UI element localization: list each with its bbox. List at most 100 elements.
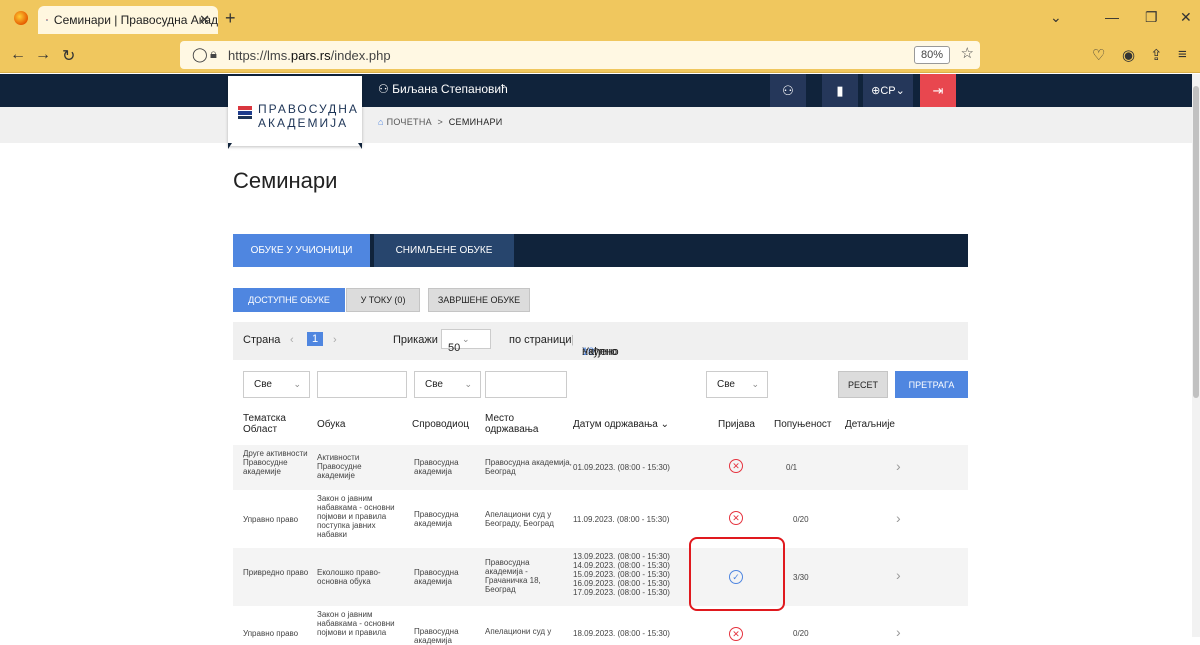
not-registered-icon[interactable]: ✕	[729, 627, 743, 641]
col-place[interactable]: Место одржавања	[485, 413, 540, 435]
available-trainings-button[interactable]: ДОСТУПНЕ ОБУКЕ	[233, 288, 345, 312]
row-date: 13.09.2023. (08:00 - 15:30) 14.09.2023. …	[573, 552, 693, 597]
browser-tabbar: Семинари | Правосудна Акад ✕ + ⌄ — ❐ ✕	[0, 0, 1200, 37]
url-domain: pars.rs	[291, 48, 331, 63]
chevron-down-icon: ⌄	[464, 379, 472, 390]
col-org[interactable]: Спроводиоц	[412, 419, 469, 430]
breadcrumb-current: СЕМИНАРИ	[449, 117, 503, 127]
shield-icon[interactable]: ◯	[192, 46, 208, 63]
url-suffix: /index.php	[331, 48, 391, 63]
row-place: Апелациони суд у	[485, 627, 575, 636]
not-registered-icon[interactable]: ✕	[729, 459, 743, 473]
home-icon[interactable]: ⌂	[378, 117, 384, 127]
not-registered-icon[interactable]: ✕	[729, 511, 743, 525]
col-area[interactable]: Тематска Област	[243, 413, 303, 435]
place-filter[interactable]	[485, 371, 567, 398]
browser-tab[interactable]: Семинари | Правосудна Акад ✕	[38, 6, 218, 34]
next-page-icon[interactable]: ›	[333, 334, 337, 346]
tab-close-icon[interactable]: ✕	[199, 12, 210, 28]
academy-logo[interactable]: ПРАВОСУДНААКАДЕМИЈА	[228, 76, 362, 146]
pocket-icon[interactable]: ♡	[1092, 46, 1105, 64]
logout-icon: ⇥	[933, 83, 944, 99]
minimize-icon[interactable]: —	[1105, 9, 1119, 25]
forward-icon[interactable]: →	[35, 46, 51, 64]
chevron-down-icon: ⌄	[896, 84, 905, 97]
zoom-indicator[interactable]: 80%	[914, 46, 950, 64]
col-registration[interactable]: Пријава	[718, 419, 755, 430]
tab-title: Семинари | Правосудна Акад	[54, 13, 218, 27]
col-details[interactable]: Детаљније	[845, 419, 895, 430]
globe-icon: ⊕	[871, 84, 880, 97]
row-place: Правосудна академија, Београд	[485, 458, 575, 476]
sort-chevron-icon: ⌄	[661, 419, 669, 430]
details-chevron-icon[interactable]: ›	[896, 624, 901, 640]
row-org: Правосудна академија	[414, 627, 474, 645]
in-progress-button[interactable]: У ТОКУ (0)	[346, 288, 420, 312]
pagination-bar: Страна ‹ 1 › Прикажи 50⌄ по страници | У…	[233, 322, 968, 360]
prev-page-icon[interactable]: ‹	[290, 334, 294, 346]
col-date[interactable]: Датум одржавања ⌄	[573, 419, 669, 430]
row-course: Закон о јавним набавкама - основни појмо…	[317, 494, 407, 539]
breadcrumb-home[interactable]: ПОЧЕТНА	[387, 117, 432, 127]
new-tab-icon[interactable]: +	[225, 8, 236, 29]
scrollbar-thumb[interactable]	[1193, 86, 1199, 398]
show-label: Прикажи	[393, 334, 438, 346]
menu-icon[interactable]: ≡	[1178, 46, 1187, 63]
chevron-down-icon: ⌄	[293, 379, 301, 390]
area-filter[interactable]: Све⌄	[243, 371, 310, 398]
course-filter[interactable]	[317, 371, 407, 398]
breadcrumb: ⌂ ПОЧЕТНА > СЕМИНАРИ	[378, 117, 503, 127]
page-label: Страна	[243, 334, 280, 346]
profile-icon: ⚇	[782, 83, 794, 99]
language-selector[interactable]: ⊕ СР ⌄	[863, 74, 913, 107]
current-page[interactable]: 1	[307, 332, 323, 346]
profile-button[interactable]: ⚇	[770, 74, 806, 107]
org-filter[interactable]: Све⌄	[414, 371, 481, 398]
window-close-icon[interactable]: ✕	[1180, 9, 1192, 26]
col-fill[interactable]: Попуњеност	[774, 419, 832, 430]
chevron-down-icon: ⌄	[462, 334, 470, 344]
bookmark-star-icon[interactable]: ☆	[961, 44, 974, 62]
row-area: Привредно право	[243, 568, 309, 577]
back-icon[interactable]: ←	[10, 46, 26, 64]
logo-corner-right	[358, 143, 362, 149]
extensions-icon[interactable]: ⇪	[1150, 46, 1163, 64]
user-name[interactable]: ⚇ Биљана Степановић	[378, 82, 508, 96]
list-tabs-icon[interactable]: ⌄	[1050, 9, 1062, 26]
browser-navbar: ← → ↻ ◯ 🔒︎ https://lms.pars.rs/index.php…	[0, 37, 1200, 73]
page-title: Семинари	[233, 168, 337, 194]
details-chevron-icon[interactable]: ›	[896, 458, 901, 474]
row-date: 01.09.2023. (08:00 - 15:30)	[573, 463, 693, 472]
row-date: 11.09.2023. (08:00 - 15:30)	[573, 515, 693, 524]
restore-icon[interactable]: ❐	[1145, 9, 1158, 26]
row-course: Активности Правосудне академије	[317, 453, 397, 480]
search-button[interactable]: ПРЕТРАГА	[895, 371, 968, 398]
registration-filter[interactable]: Све⌄	[706, 371, 768, 398]
row-org: Правосудна академија	[414, 568, 474, 586]
chevron-down-icon: ⌄	[751, 379, 759, 390]
account-icon[interactable]: ◉	[1122, 46, 1135, 64]
url-prefix: https://lms.	[228, 48, 291, 63]
completed-button[interactable]: ЗАВРШЕНЕ ОБУКЕ	[428, 288, 530, 312]
address-bar[interactable]: ◯ 🔒︎ https://lms.pars.rs/index.php 80% ☆	[180, 41, 980, 69]
reload-icon[interactable]: ↻	[62, 46, 75, 66]
tab-recorded[interactable]: СНИМЉЕНЕ ОБУКЕ	[374, 234, 514, 267]
bookmarks-button[interactable]: ▮	[822, 74, 858, 107]
logo-text: ПРАВОСУДНААКАДЕМИЈА	[258, 102, 359, 130]
per-page-select[interactable]: 50⌄	[441, 329, 491, 349]
details-chevron-icon[interactable]: ›	[896, 510, 901, 526]
col-course[interactable]: Обука	[317, 419, 345, 430]
row-fill: 0/20	[793, 515, 809, 524]
details-chevron-icon[interactable]: ›	[896, 567, 901, 583]
lock-icon[interactable]: 🔒︎	[210, 46, 217, 62]
logo-emblem-icon	[238, 106, 252, 120]
tab-classroom[interactable]: ОБУКЕ У УЧИОНИЦИ	[233, 234, 370, 267]
row-org: Правосудна академија	[414, 458, 474, 476]
row-org: Правосудна академија	[414, 510, 474, 528]
row-area: Управно право	[243, 515, 309, 524]
logout-button[interactable]: ⇥	[920, 74, 956, 107]
site-header	[0, 74, 1192, 107]
row-course: Еколошко право-основна обука	[317, 568, 397, 586]
reset-button[interactable]: РЕСЕТ	[838, 371, 888, 398]
breadcrumb-separator: >	[435, 117, 446, 127]
